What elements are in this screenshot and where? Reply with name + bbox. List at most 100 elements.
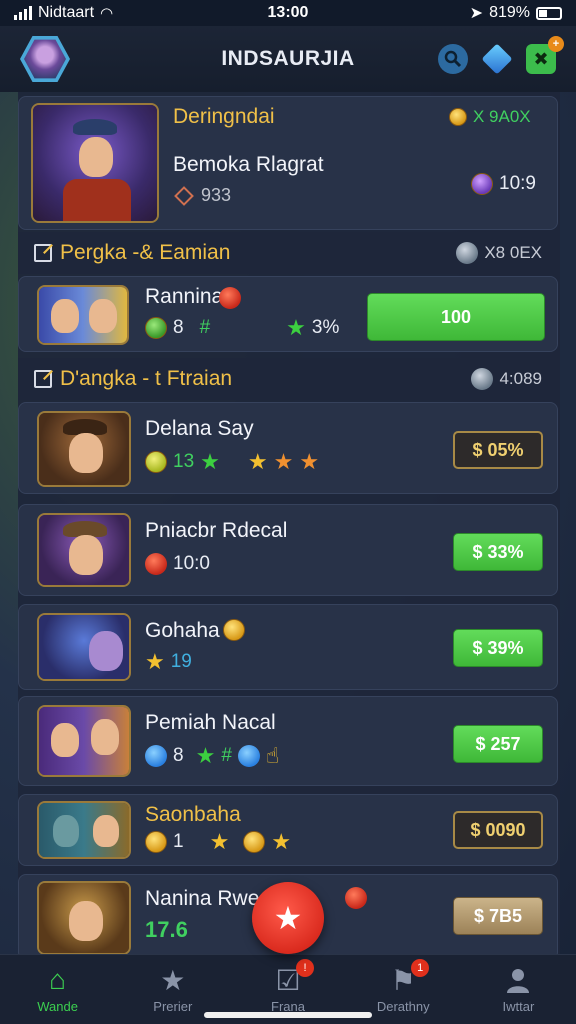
featured-subtitle: Bemoka Rlagrat [173, 153, 324, 176]
item-percent: 3% [311, 317, 340, 338]
item-title: Pniacbr Rdecal [145, 519, 288, 542]
featured-title: Deringndai [173, 105, 275, 128]
edit-icon[interactable] [34, 244, 52, 262]
diamond-icon [174, 185, 194, 206]
notification-badge: + [548, 36, 564, 52]
price-button[interactable]: $ 257 [453, 725, 543, 763]
section-2-value: 4:089 [499, 369, 542, 388]
featured-hero-thumbnail [31, 103, 159, 223]
favorite-fab-button[interactable]: ★ [252, 882, 324, 954]
star-icon: ★ [247, 449, 268, 474]
item-stat: 13 [173, 451, 195, 472]
tab-badge: ! [296, 959, 314, 977]
item-title: Gohaha [145, 619, 220, 642]
star-icon: ★ [195, 743, 216, 768]
signal-icon [14, 6, 32, 20]
check-box-icon: ☑ ! [272, 959, 314, 996]
app-bar: INDSAURJIA ✖ + [0, 26, 576, 92]
star-icon: ★ [286, 315, 306, 340]
star-icon: ★ [209, 829, 230, 854]
coin-icon [471, 173, 493, 195]
user-icon [502, 965, 534, 995]
alert-icon [145, 553, 167, 575]
tab-label: Iwttar [502, 999, 535, 1014]
star-icon: ★ [271, 829, 292, 854]
carrier-label: Nidtaart [38, 4, 95, 21]
shield-icon [145, 831, 167, 853]
star-icon: ★ [273, 449, 294, 474]
tab-label: Prerier [153, 999, 193, 1014]
coin-icon [243, 831, 266, 853]
hero-thumbnail [37, 881, 131, 954]
alert-icon [219, 287, 241, 309]
map-icon[interactable]: ✖ + [526, 36, 564, 74]
status-bar: Nidtaart ◠ 13:00 ➤ 819% [0, 0, 576, 26]
item-title: Saonbaha [145, 803, 241, 826]
shield-icon [145, 317, 167, 339]
item-title: Pemiah Nacal [145, 711, 276, 734]
list-item[interactable]: Rannina 8 # ★ 3% 100 [18, 276, 558, 352]
list-item[interactable]: Gohaha ★ 19 $ 39% [18, 604, 558, 690]
flag-icon: ⚑ 1 [387, 959, 430, 996]
list-item[interactable]: Delana Say 13 ★ ★ ★ ★ $ 05% [18, 402, 558, 494]
section-header-1: Pergka -& Eamian X8 0EX [18, 232, 558, 274]
star-badge-icon: ★ [273, 900, 303, 936]
tab-profile[interactable]: Iwttar [461, 955, 576, 1024]
tab-label: Wande [37, 999, 78, 1014]
thumbs-up-icon: ☝ [265, 743, 280, 768]
star-icon: ★ [299, 449, 320, 474]
wifi-icon: ◠ [100, 5, 114, 22]
hero-thumbnail [37, 801, 131, 859]
item-title: Nanina Rwee [145, 887, 272, 910]
featured-timer: 10:9 [499, 173, 536, 194]
home-indicator[interactable] [204, 1012, 372, 1018]
gem-icon[interactable] [481, 43, 513, 75]
claim-button[interactable]: 100 [367, 293, 545, 341]
coin-icon [471, 368, 494, 390]
price-button[interactable]: $ 7B5 [453, 897, 543, 935]
item-stat: 8 [173, 745, 184, 766]
section-1-label: Pergka -& Eamian [60, 241, 231, 264]
item-stat: 8 [173, 317, 184, 338]
profile-avatar[interactable] [20, 36, 70, 82]
featured-reward: X 9A0X [473, 107, 531, 126]
battery-icon [536, 6, 562, 20]
coin-icon [145, 451, 167, 473]
price-button[interactable]: $ 39% [453, 629, 543, 667]
alert-icon [345, 887, 367, 909]
star-icon: ★ [200, 449, 220, 474]
section-header-2: D'angka - t Ftraian 4:089 [18, 358, 558, 400]
star-icon: ★ [160, 964, 186, 996]
coin-icon [449, 108, 467, 126]
price-button[interactable]: $ 0090 [453, 811, 543, 849]
list-item[interactable]: Saonbaha 1 ★ ★ $ 0090 [18, 794, 558, 866]
item-title: Rannina [145, 285, 224, 308]
featured-stat: 933 [201, 185, 232, 205]
price-button[interactable]: $ 05% [453, 431, 543, 469]
coin-icon [223, 619, 245, 641]
item-stat: 1 [173, 831, 184, 852]
section-1-value: X8 0EX [484, 243, 542, 262]
hero-thumbnail [37, 513, 131, 587]
hero-thumbnail [37, 705, 131, 777]
quest-list-panel: Deringndai X 9A0X Bemoka Rlagrat 933 10:… [18, 92, 560, 954]
tab-home[interactable]: ⌂ Wande [0, 955, 115, 1024]
featured-card[interactable]: Deringndai X 9A0X Bemoka Rlagrat 933 10:… [18, 96, 558, 230]
clock: 13:00 [267, 4, 309, 21]
hero-thumbnail [37, 411, 131, 487]
tab-badge: 1 [411, 959, 430, 977]
gem-icon [237, 745, 260, 767]
list-item[interactable]: Pniacbr Rdecal 10:0 $ 33% [18, 504, 558, 596]
search-icon[interactable] [438, 44, 468, 74]
price-button[interactable]: $ 33% [453, 533, 543, 571]
item-stat-b: # [199, 317, 211, 338]
section-2-label: D'angka - t Ftraian [60, 367, 233, 390]
item-stat: 19 [170, 651, 192, 672]
item-stat-b: # [221, 745, 232, 766]
list-item[interactable]: Pemiah Nacal 8 ★ # ☝ $ 257 [18, 696, 558, 786]
item-stat: 17.6 [145, 917, 188, 942]
edit-icon[interactable] [34, 370, 52, 388]
hero-thumbnail [37, 613, 131, 681]
item-stat: 10:0 [173, 553, 210, 574]
home-icon: ⌂ [49, 964, 67, 995]
